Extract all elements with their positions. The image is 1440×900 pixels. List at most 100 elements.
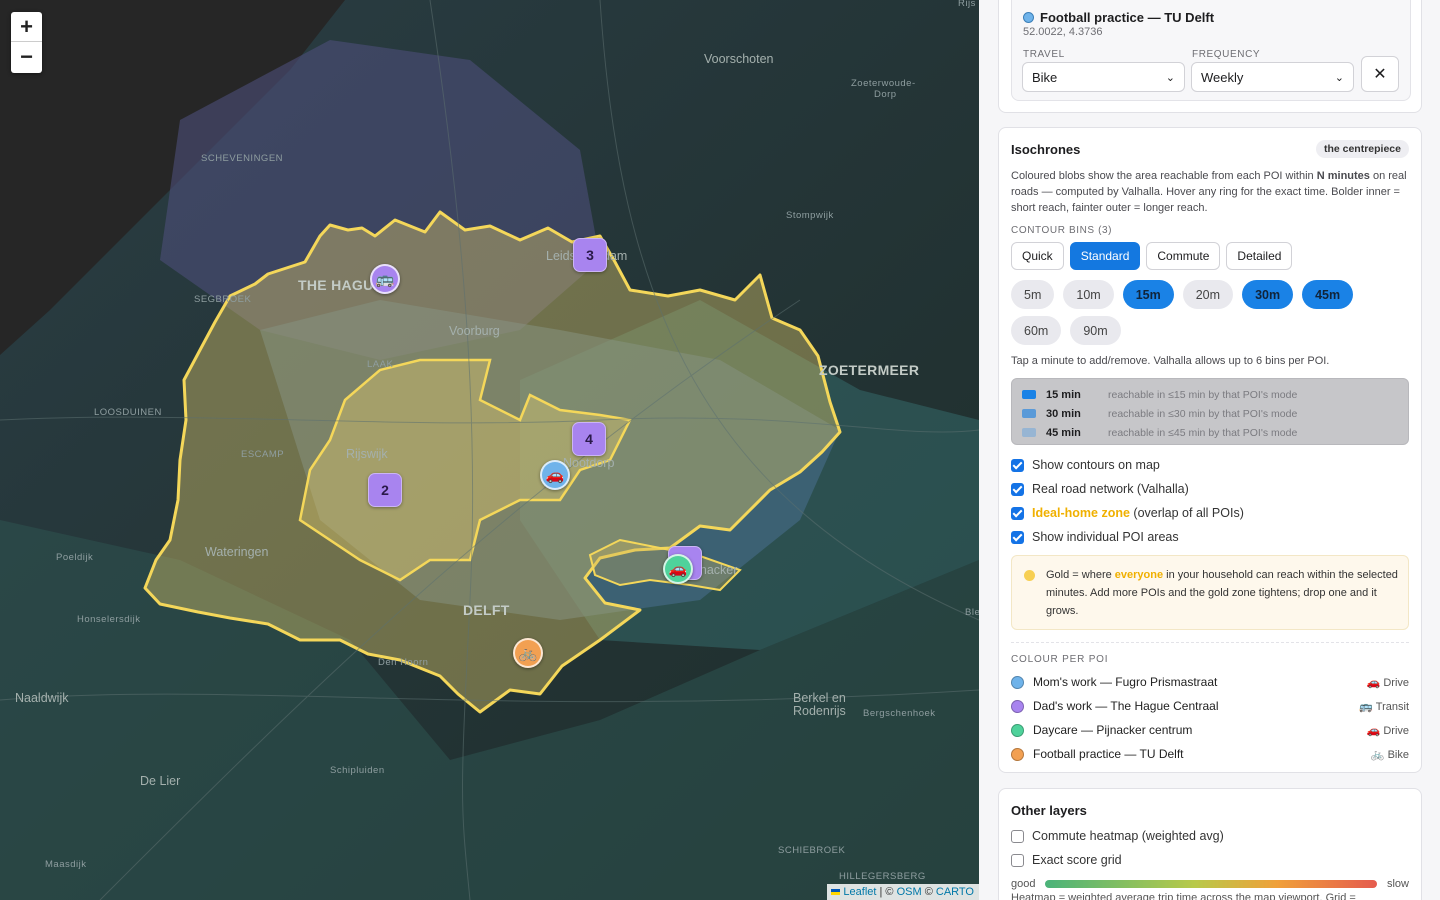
poi-travel-mode: 🚌 Transit (1359, 700, 1409, 713)
individual-areas-checkbox[interactable] (1011, 530, 1024, 544)
ideal-home-label: Ideal-home zone (overlap of all POIs) (1032, 506, 1244, 520)
heatmap-row[interactable]: Commute heatmap (weighted avg) (1011, 829, 1224, 843)
other-layers-card: Other layers Commute heatmap (weighted a… (998, 788, 1422, 900)
isochrones-title: Isochrones (1011, 142, 1081, 157)
cluster-marker[interactable]: 3 (573, 238, 607, 272)
place-label: Stompwijk (786, 210, 834, 221)
minute-pill-5m[interactable]: 5m (1011, 280, 1055, 309)
chevron-down-icon: ⌄ (1334, 71, 1344, 84)
cluster-marker[interactable]: 2 (368, 473, 402, 507)
poi-list-item[interactable]: Dad's work — The Hague Centraal 🚌 Transit (1011, 697, 1409, 715)
ideal-home-rest: (overlap of all POIs) (1129, 506, 1244, 520)
frequency-select-value: Weekly (1201, 69, 1244, 85)
minute-pill-15m[interactable]: 15m (1122, 280, 1174, 309)
minute-pill-45m[interactable]: 45m (1302, 280, 1354, 309)
frequency-select[interactable]: Weekly ⌄ (1191, 62, 1354, 92)
cluster-marker[interactable]: 4 (572, 422, 606, 456)
preset-commute-button[interactable]: Commute (1146, 242, 1221, 270)
score-grid-checkbox[interactable] (1011, 853, 1024, 867)
osm-link[interactable]: OSM (897, 886, 922, 898)
minute-pill-20m[interactable]: 20m (1182, 280, 1234, 309)
real-roads-row[interactable]: Real road network (Valhalla) (1011, 482, 1189, 496)
contour-legend: 15 min reachable in ≤15 min by that POI's… (1011, 378, 1409, 445)
minute-pill-60m[interactable]: 60m (1011, 316, 1062, 345)
place-label: SEGBROEK (194, 294, 252, 305)
remove-poi-button[interactable]: ✕ (1361, 56, 1399, 92)
dad-work-transit-marker[interactable]: 🚌 (370, 264, 400, 294)
legend-minutes: 15 min (1046, 388, 1081, 401)
scale-slow-label: slow (1386, 878, 1409, 890)
minute-pill-10m[interactable]: 10m (1063, 280, 1114, 309)
zoom-out-button[interactable]: − (11, 42, 42, 72)
place-label: Voorschoten (704, 52, 774, 66)
individual-areas-row[interactable]: Show individual POI areas (1011, 530, 1179, 544)
gold-dot-icon (1024, 570, 1035, 581)
leaflet-link[interactable]: Leaflet (843, 886, 876, 898)
show-contours-row[interactable]: Show contours on map (1011, 458, 1160, 472)
place-label: Bergschenhoek (863, 708, 936, 719)
map-attribution: Leaflet | © OSM © CARTO (827, 884, 979, 900)
travel-select[interactable]: Bike ⌄ (1022, 62, 1185, 92)
real-roads-label: Real road network (Valhalla) (1032, 482, 1189, 496)
travel-label: TRAVEL (1023, 49, 1065, 60)
zoom-in-button[interactable]: + (11, 12, 42, 42)
ideal-home-checkbox[interactable] (1011, 506, 1024, 520)
individual-areas-label: Show individual POI areas (1032, 530, 1179, 544)
preset-detailed-button[interactable]: Detailed (1226, 242, 1293, 270)
place-label: Wateringen (205, 545, 269, 559)
show-contours-label: Show contours on map (1032, 458, 1160, 472)
place-label: Nootdorp (563, 456, 615, 470)
map-view[interactable]: + − Voorschoten Zoeterwoude- Dorp SCHEVENIN… (0, 0, 979, 900)
ukraine-flag-icon (831, 889, 841, 895)
poi-list-name: Dad's work — The Hague Centraal (1033, 699, 1219, 713)
chevron-down-icon: ⌄ (1165, 71, 1175, 84)
travel-select-value: Bike (1032, 69, 1058, 85)
place-label: LOOSDUINEN (94, 407, 162, 418)
copyright-symbol: © (885, 886, 894, 898)
poi-travel-mode: 🚲 Bike (1370, 748, 1409, 761)
show-contours-checkbox[interactable] (1011, 458, 1024, 472)
poi-card-container: Football practice — TU Delft 52.0022, 4.… (998, 0, 1422, 113)
poi-color-dot (1011, 699, 1024, 713)
place-label: HILLEGERSBERG (839, 871, 926, 882)
heatmap-checkbox[interactable] (1011, 829, 1024, 843)
place-label: Voorburg (449, 324, 500, 338)
map-basemap (0, 0, 979, 900)
place-label: De Lier (140, 774, 181, 788)
poi-list-name: Mom's work — Fugro Prismastraat (1033, 675, 1218, 689)
poi-color-dot (1011, 723, 1024, 737)
carto-link[interactable]: CARTO (936, 886, 974, 898)
minute-pill-90m[interactable]: 90m (1070, 316, 1121, 345)
real-roads-checkbox[interactable] (1011, 482, 1024, 496)
centrepiece-badge: the centrepiece (1315, 140, 1409, 158)
ideal-home-row[interactable]: Ideal-home zone (overlap of all POIs) (1011, 506, 1244, 520)
mom-work-drive-marker[interactable]: 🚗 (540, 460, 570, 490)
legend-description: reachable in ≤30 min by that POI's mode (1108, 407, 1298, 420)
place-label: Poeldijk (56, 552, 94, 563)
football-bike-marker[interactable]: 🚲 (513, 638, 543, 668)
score-grid-row[interactable]: Exact score grid (1011, 853, 1122, 867)
legend-row: 15 min reachable in ≤15 min by that POI's… (1022, 385, 1297, 404)
place-label: Schipluiden (330, 765, 385, 776)
close-icon: ✕ (1373, 66, 1387, 83)
place-label: SCHIEBROEK (778, 845, 846, 856)
score-grid-label: Exact score grid (1032, 853, 1122, 867)
poi-list-item[interactable]: Daycare — Pijnacker centrum 🚗 Drive (1011, 721, 1409, 739)
minute-pills: 5m 10m 15m 20m 30m 45m 60m 90m (1011, 280, 1411, 345)
daycare-drive-marker[interactable]: 🚗 (663, 554, 693, 584)
desc-part: Coloured blobs show the area reachable f… (1011, 170, 1317, 182)
place-label: Honselersdijk (77, 614, 141, 625)
minute-pill-30m[interactable]: 30m (1242, 280, 1294, 309)
place-label: LAAK (367, 359, 394, 370)
preset-standard-button[interactable]: Standard (1069, 242, 1141, 270)
legend-description: reachable in ≤45 min by that POI's mode (1108, 426, 1298, 439)
copyright-symbol: © (924, 886, 933, 898)
place-label: Ble (965, 607, 979, 618)
heatmap-footnote: Heatmap = weighted average trip time acr… (1011, 892, 1356, 900)
poi-list-item[interactable]: Mom's work — Fugro Prismastraat 🚗 Drive (1011, 673, 1409, 691)
poi-list-name: Football practice — TU Delft (1033, 747, 1184, 761)
poi-list-item[interactable]: Football practice — TU Delft 🚲 Bike (1011, 745, 1409, 763)
colour-per-poi-label: COLOUR PER POI (1011, 654, 1109, 665)
legend-swatch (1022, 428, 1036, 437)
preset-quick-button[interactable]: Quick (1011, 242, 1064, 270)
